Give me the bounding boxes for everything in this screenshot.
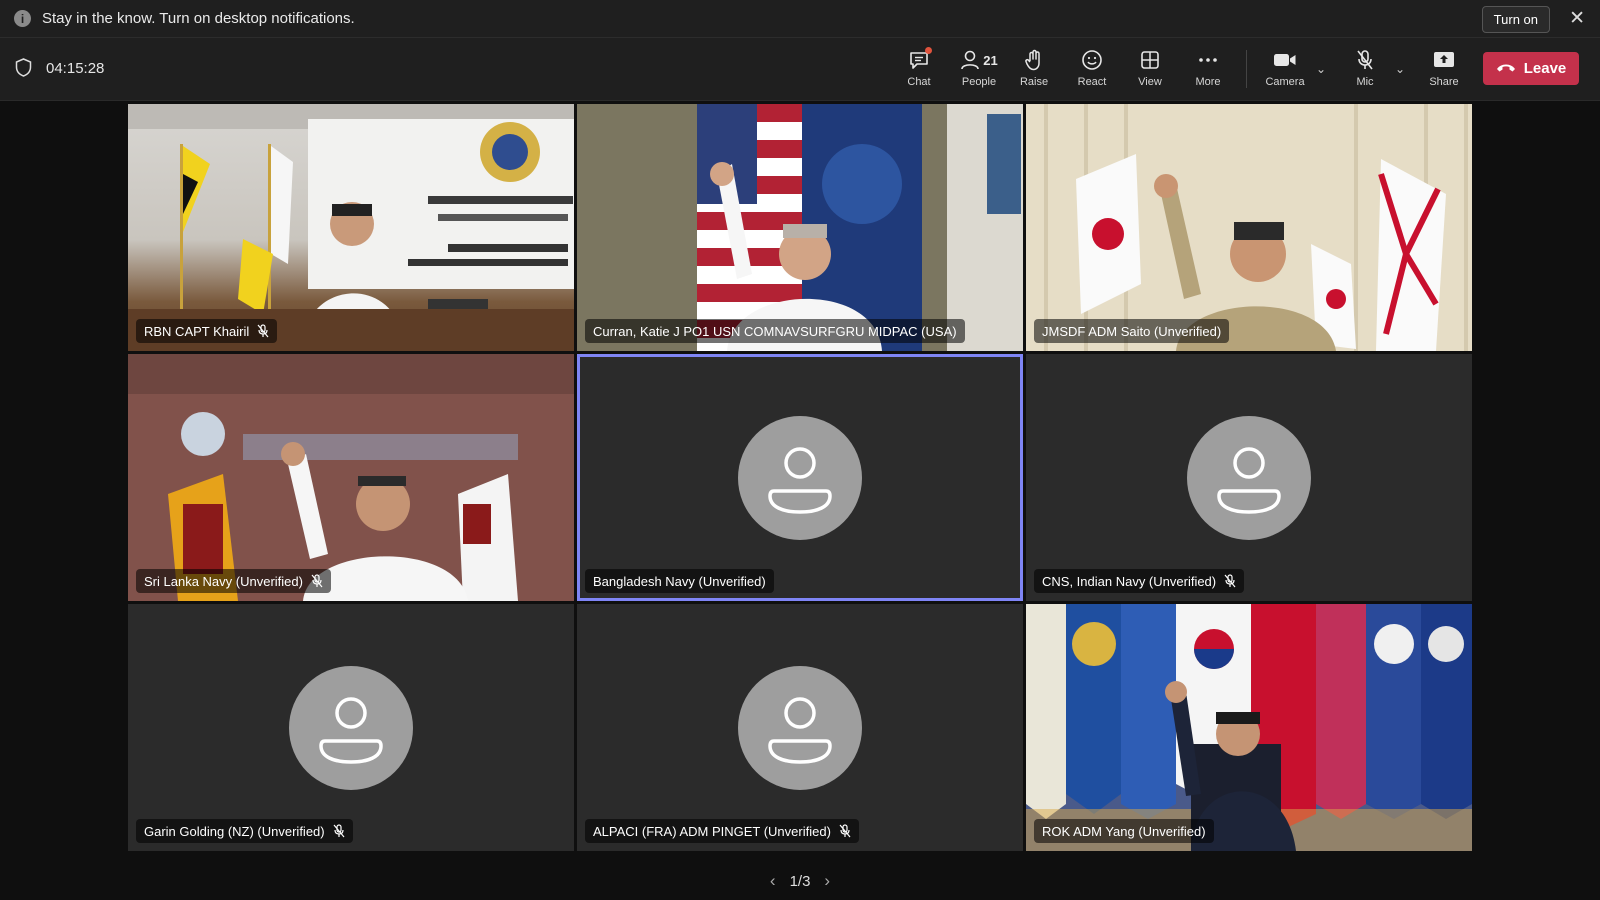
more-button[interactable]: More <box>1180 46 1236 88</box>
participant-tile[interactable]: Curran, Katie J PO1 USN COMNAVSURFGRU MI… <box>577 104 1023 351</box>
chat-icon <box>891 46 947 74</box>
camera-button[interactable]: Camera <box>1257 46 1313 88</box>
muted-mic-icon <box>333 824 345 838</box>
participant-name: Curran, Katie J PO1 USN COMNAVSURFGRU MI… <box>593 323 957 339</box>
participant-name-tag: Curran, Katie J PO1 USN COMNAVSURFGRU MI… <box>585 319 965 343</box>
participant-tile[interactable]: JMSDF ADM Saito (Unverified) <box>1026 104 1472 351</box>
shield-icon <box>15 58 32 82</box>
muted-mic-icon <box>839 824 851 838</box>
leave-button[interactable]: Leave <box>1483 52 1579 85</box>
participant-tile[interactable]: Bangladesh Navy (Unverified) <box>577 354 1023 601</box>
people-label: People <box>961 76 997 88</box>
mic-label: Mic <box>1356 76 1374 88</box>
participant-name-tag: Garin Golding (NZ) (Unverified) <box>136 819 353 843</box>
chevron-right-icon[interactable]: › <box>824 871 830 891</box>
muted-mic-icon <box>257 324 269 338</box>
participant-tile[interactable]: RBN CAPT Khairil <box>128 104 574 351</box>
participant-video <box>1026 104 1472 351</box>
people-count: 21 <box>983 52 998 68</box>
participant-name-tag: ALPACI (FRA) ADM PINGET (Unverified) <box>585 819 859 843</box>
participant-video <box>577 104 1023 351</box>
participant-video <box>1026 604 1472 851</box>
video-gallery: RBN CAPT Khairil Curran, Katie J PO1 USN… <box>0 101 1600 861</box>
participant-name-tag: ROK ADM Yang (Unverified) <box>1034 819 1214 843</box>
person-icon <box>319 696 383 764</box>
more-label: More <box>1195 76 1221 88</box>
view-label: View <box>1138 76 1162 88</box>
meeting-toolbar: 04:15:28 Chat 21 People Raise React View <box>0 38 1600 101</box>
react-label: React <box>1077 76 1107 88</box>
participant-name-tag: CNS, Indian Navy (Unverified) <box>1034 569 1245 593</box>
muted-mic-icon <box>1224 574 1236 588</box>
view-button[interactable]: View <box>1122 46 1178 88</box>
share-label: Share <box>1429 76 1459 88</box>
avatar <box>289 665 413 790</box>
camera-options-chevron-icon[interactable]: ⌄ <box>1316 62 1326 76</box>
toolbar-divider <box>1246 50 1247 88</box>
gallery-pagination: ‹ 1/3 › <box>0 862 1600 900</box>
raise-label: Raise <box>1019 76 1049 88</box>
participant-video <box>128 104 574 351</box>
close-icon[interactable]: ✕ <box>1569 7 1585 30</box>
person-icon <box>1217 446 1281 514</box>
chat-label: Chat <box>907 76 931 88</box>
chevron-left-icon[interactable]: ‹ <box>770 871 776 891</box>
participant-name: RBN CAPT Khairil <box>144 323 250 339</box>
mic-options-chevron-icon[interactable]: ⌄ <box>1395 62 1405 76</box>
mic-button[interactable]: Mic <box>1337 46 1393 88</box>
share-button[interactable]: Share <box>1416 46 1472 88</box>
smiley-icon <box>1064 46 1120 74</box>
person-icon <box>768 446 832 514</box>
participant-name: Garin Golding (NZ) (Unverified) <box>144 823 325 839</box>
participant-tile[interactable]: Garin Golding (NZ) (Unverified) <box>128 604 574 851</box>
grid-view-icon <box>1122 46 1178 74</box>
participant-name: Sri Lanka Navy (Unverified) <box>144 573 303 589</box>
share-icon <box>1416 46 1472 74</box>
raise-hand-button[interactable]: Raise <box>1006 46 1062 88</box>
participant-name-tag: Sri Lanka Navy (Unverified) <box>136 569 331 593</box>
chat-button[interactable]: Chat <box>891 46 947 88</box>
mic-off-icon <box>1337 46 1393 74</box>
people-button[interactable]: 21 People <box>948 46 1010 88</box>
avatar <box>738 665 862 790</box>
turn-on-notifications-button[interactable]: Turn on <box>1481 6 1550 33</box>
participant-tile[interactable]: ALPACI (FRA) ADM PINGET (Unverified) <box>577 604 1023 851</box>
participant-name: Bangladesh Navy (Unverified) <box>593 573 766 589</box>
notification-banner: i Stay in the know. Turn on desktop noti… <box>0 0 1600 38</box>
people-icon <box>961 50 980 70</box>
info-icon: i <box>14 10 31 27</box>
camera-label: Camera <box>1265 76 1305 88</box>
notification-message: Stay in the know. Turn on desktop notifi… <box>42 10 355 27</box>
participant-name: CNS, Indian Navy (Unverified) <box>1042 573 1217 589</box>
hand-icon <box>1006 46 1062 74</box>
participant-name-tag: RBN CAPT Khairil <box>136 319 278 343</box>
participant-tile[interactable]: Sri Lanka Navy (Unverified) <box>128 354 574 601</box>
camera-icon <box>1257 46 1313 74</box>
phone-hangup-icon <box>1496 60 1516 78</box>
participant-name-tag: JMSDF ADM Saito (Unverified) <box>1034 319 1230 343</box>
participant-name: JMSDF ADM Saito (Unverified) <box>1042 323 1222 339</box>
avatar <box>738 415 862 540</box>
participant-name-tag: Bangladesh Navy (Unverified) <box>585 569 774 593</box>
react-button[interactable]: React <box>1064 46 1120 88</box>
avatar <box>1187 415 1311 540</box>
unread-badge <box>925 47 932 54</box>
more-icon <box>1180 46 1236 74</box>
muted-mic-icon <box>311 574 323 588</box>
meeting-timer: 04:15:28 <box>46 60 105 77</box>
participant-tile[interactable]: CNS, Indian Navy (Unverified) <box>1026 354 1472 601</box>
participant-tile[interactable]: ROK ADM Yang (Unverified) <box>1026 604 1472 851</box>
leave-label: Leave <box>1523 60 1567 77</box>
participant-video <box>128 354 574 601</box>
participant-name: ROK ADM Yang (Unverified) <box>1042 823 1206 839</box>
page-indicator: 1/3 <box>789 872 811 890</box>
participant-name: ALPACI (FRA) ADM PINGET (Unverified) <box>593 823 831 839</box>
person-icon <box>768 696 832 764</box>
